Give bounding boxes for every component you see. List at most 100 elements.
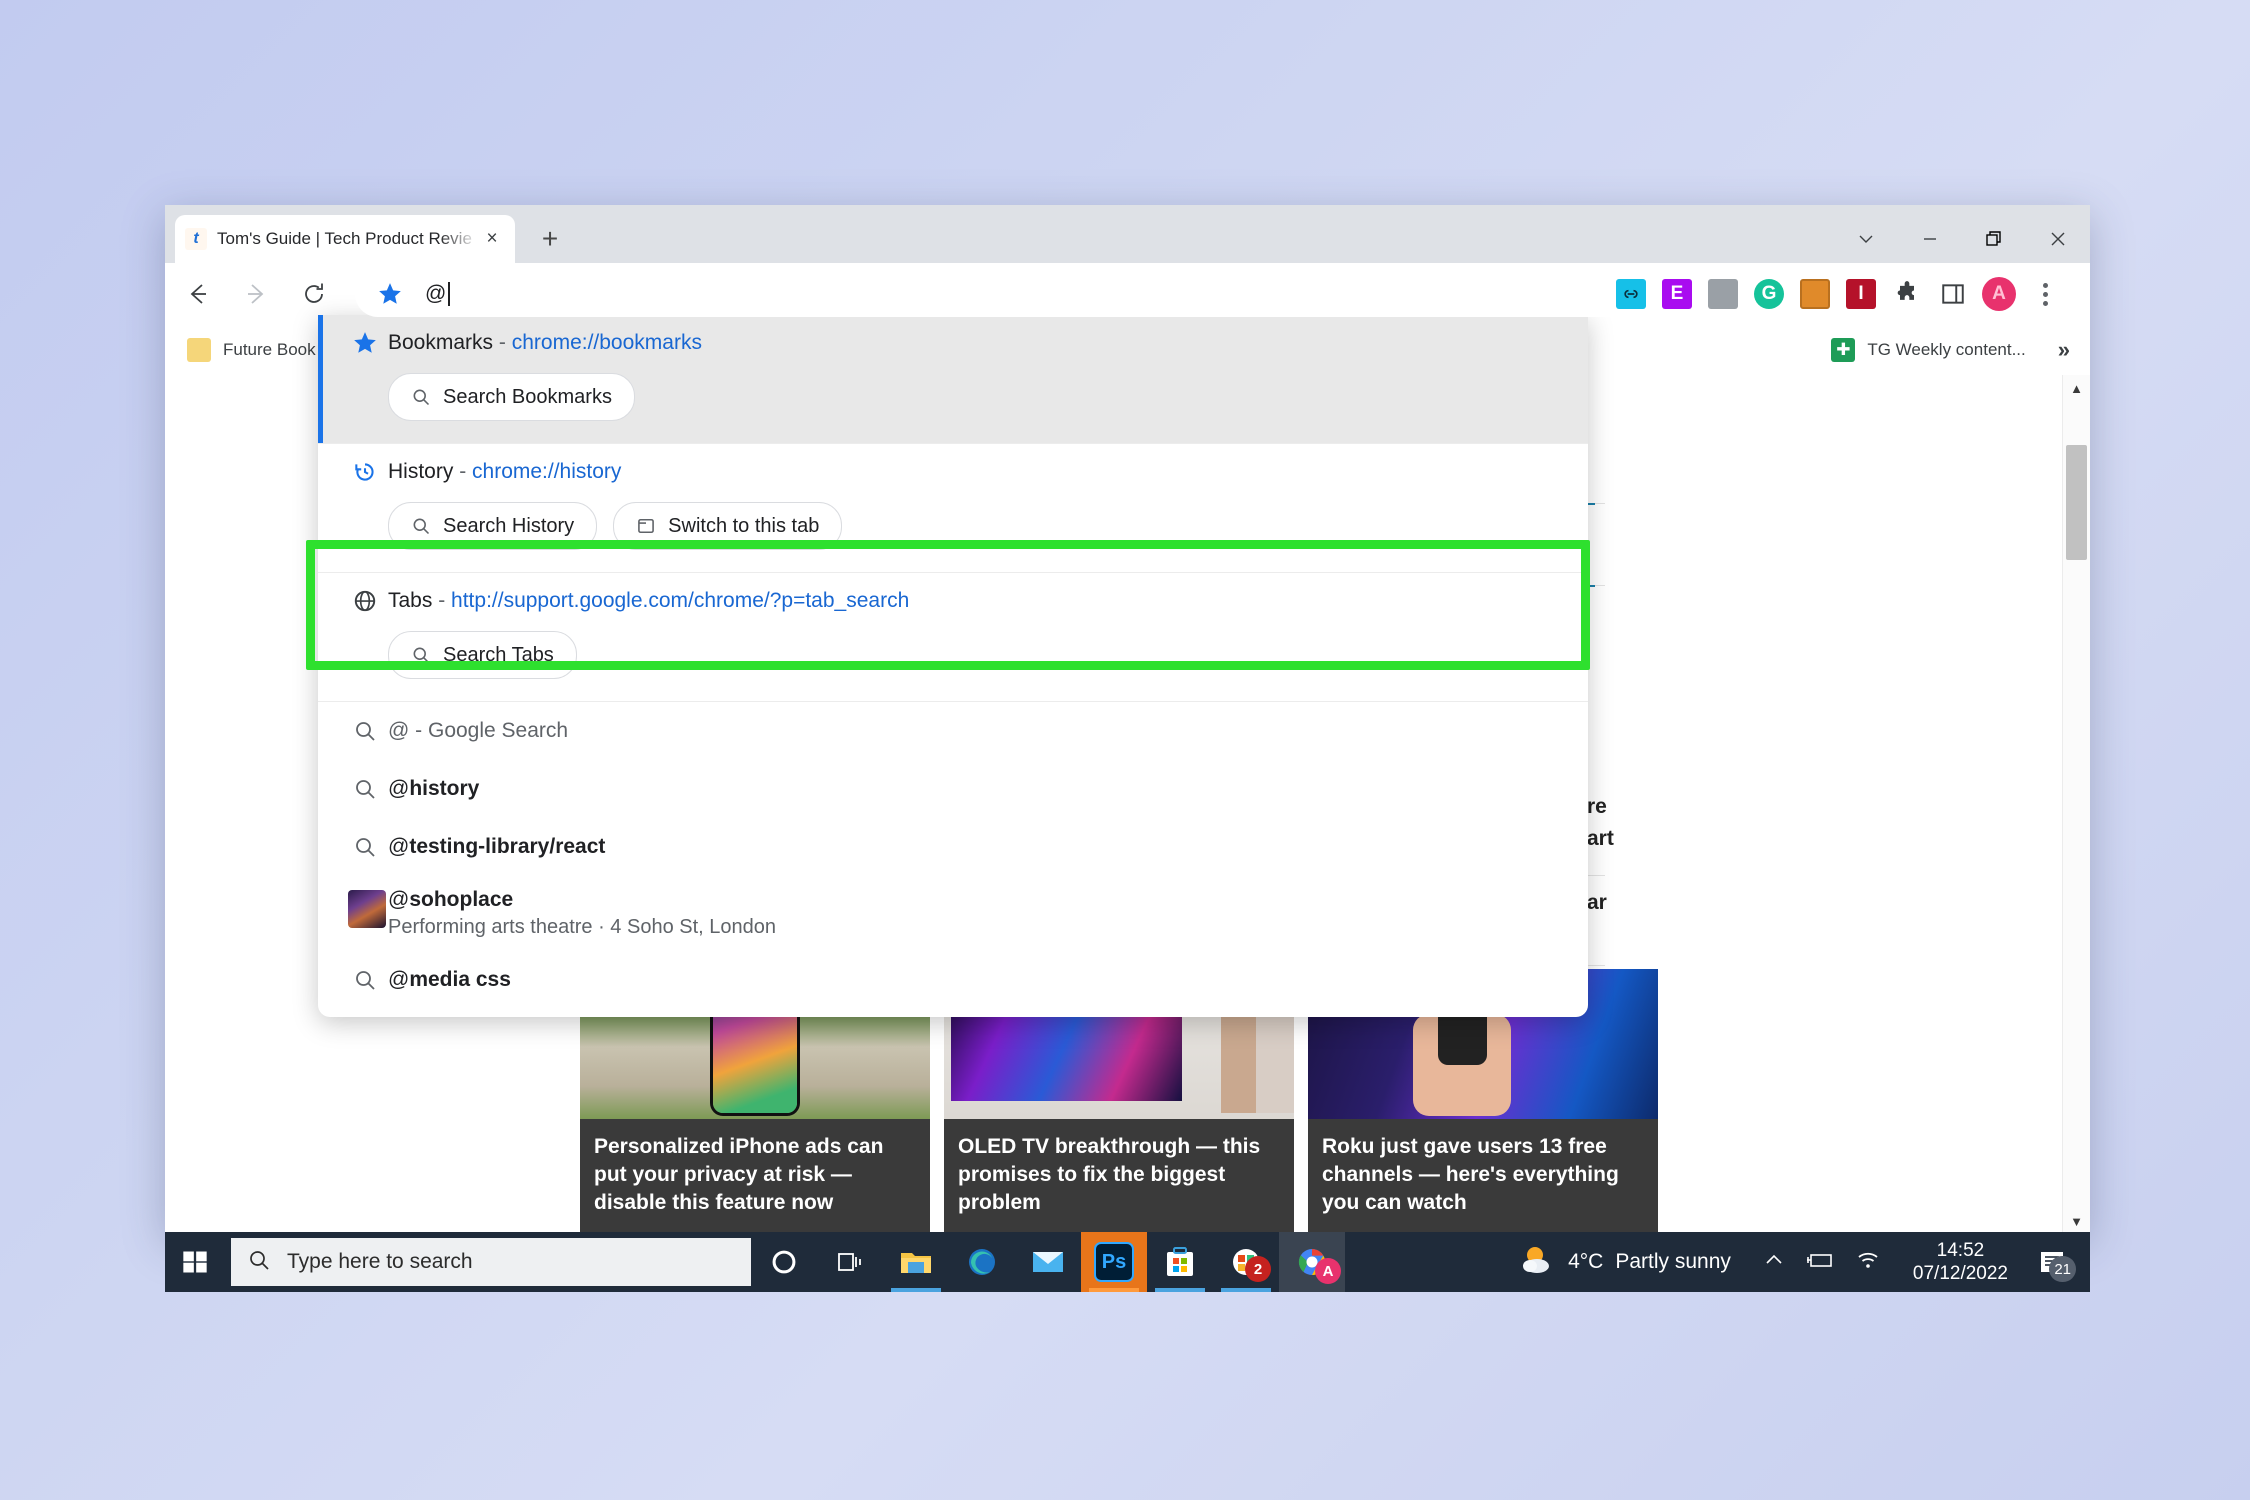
bookmark-star-icon[interactable] (373, 281, 407, 307)
suggestion-text: Bookmarks - chrome://bookmarks (388, 331, 702, 355)
vertical-scrollbar[interactable]: ▲ ▼ (2062, 375, 2090, 1235)
tab-title: Tom's Guide | Tech Product Revie (217, 229, 479, 249)
side-panel-icon[interactable] (1930, 271, 1976, 317)
scrollbar-thumb[interactable] (2066, 445, 2087, 560)
wifi-icon[interactable] (1855, 1249, 1881, 1276)
bookmark-item-tg-weekly[interactable]: ✚ TG Weekly content... (1819, 331, 2037, 369)
suggestion-row-google-search[interactable]: @ - Google Search (318, 702, 1588, 760)
search-icon (411, 516, 431, 536)
evernote-extension-icon[interactable]: E (1654, 271, 1700, 317)
address-bar[interactable]: @ E G I A (355, 271, 2090, 317)
taskbar-search-input[interactable]: Type here to search (231, 1238, 751, 1286)
task-view-icon[interactable] (817, 1232, 883, 1292)
suggestion-prefix: @ (388, 888, 409, 911)
scroll-up-icon[interactable]: ▲ (2063, 375, 2090, 402)
page-text-fragment: ar (1587, 891, 1607, 915)
photoshop-label: Ps (1094, 1242, 1134, 1282)
suggestion-row-sohoplace[interactable]: @sohoplace Performing arts theatre · 4 S… (318, 876, 1588, 951)
chevron-down-icon[interactable] (1834, 215, 1898, 263)
close-icon[interactable] (2026, 215, 2090, 263)
notifications-icon[interactable]: 21 (2022, 1232, 2082, 1292)
suggestion-row-testing-library[interactable]: @testing-library/react (318, 818, 1588, 876)
google-chrome-icon[interactable]: A (1279, 1232, 1345, 1292)
taskbar-search-placeholder: Type here to search (287, 1250, 473, 1274)
taskbar-clock[interactable]: 14:52 07/12/2022 (1899, 1239, 2022, 1285)
chrome-profile-badge: A (1315, 1258, 1341, 1284)
star-icon (342, 330, 388, 356)
address-bar-text: @ (425, 282, 450, 306)
suggestion-text: @testing-library/react (388, 835, 605, 859)
suggestion-row-media-css[interactable]: @media css (318, 951, 1588, 1009)
suggestion-chips: Search Bookmarks (318, 371, 1588, 443)
system-tray-icons (1745, 1249, 1899, 1276)
suggestion-separator: - (438, 589, 445, 612)
search-icon (342, 968, 388, 992)
grammarly-extension-icon[interactable]: G (1746, 271, 1792, 317)
notification-count: 21 (2049, 1256, 2076, 1282)
new-tab-icon[interactable]: + (529, 218, 571, 260)
suggestion-chips: Search History Switch to this tab (318, 500, 1588, 572)
profile-avatar[interactable]: A (1976, 271, 2022, 317)
search-icon (342, 777, 388, 801)
tab-favicon: t (185, 228, 207, 250)
search-bookmarks-chip[interactable]: Search Bookmarks (388, 373, 635, 421)
suggestion-suffix: - Google Search (409, 719, 568, 742)
suggestion-separator: - (499, 331, 506, 354)
microsoft-teams-icon[interactable]: 2 (1213, 1232, 1279, 1292)
taskbar-tray: 4°C Partly sunny 14:52 07/12/2022 21 (1506, 1232, 2090, 1292)
suggestion-row-history[interactable]: @history (318, 760, 1588, 818)
microsoft-store-icon[interactable] (1147, 1232, 1213, 1292)
restore-icon[interactable] (1962, 215, 2026, 263)
scroll-down-icon[interactable]: ▼ (2063, 1208, 2090, 1235)
show-hidden-icons-chevron[interactable] (1763, 1249, 1785, 1276)
windows-taskbar: Type here to search Ps 2 A 4°C Partly su… (165, 1232, 2090, 1292)
reload-icon[interactable] (289, 269, 339, 319)
close-tab-icon[interactable]: × (479, 226, 505, 252)
suggestion-url: http://support.google.com/chrome/?p=tab_… (451, 589, 909, 612)
mail-icon[interactable] (1015, 1232, 1081, 1292)
battery-charging-icon[interactable] (1805, 1249, 1835, 1276)
suggestion-title: Bookmarks (388, 331, 493, 354)
chip-label: Search Bookmarks (443, 386, 612, 409)
tab-strip: t Tom's Guide | Tech Product Revie × + (165, 205, 2090, 263)
forward-icon[interactable] (231, 269, 281, 319)
microsoft-edge-icon[interactable] (949, 1232, 1015, 1292)
search-icon (247, 1248, 271, 1277)
cortana-icon[interactable] (751, 1232, 817, 1292)
suggestion-text: @ - Google Search (388, 719, 568, 743)
suggestion-url: chrome://history (472, 460, 621, 483)
clock-time: 14:52 (1937, 1239, 1985, 1262)
chip-label: Search History (443, 515, 574, 538)
chrome-menu-icon[interactable] (2022, 271, 2068, 317)
minimize-icon[interactable] (1898, 215, 1962, 263)
red-extension-icon[interactable]: I (1838, 271, 1884, 317)
photoshop-icon[interactable]: Ps (1081, 1232, 1147, 1292)
suggestion-separator: - (459, 460, 466, 483)
bookmark-item-future-book[interactable]: Future Book (175, 331, 328, 369)
suggestion-group-tabs[interactable]: Tabs - http://support.google.com/chrome/… (318, 573, 1588, 701)
article-title: Roku just gave users 13 free channels — … (1308, 1119, 1658, 1235)
browser-tab[interactable]: t Tom's Guide | Tech Product Revie × (175, 215, 515, 263)
back-icon[interactable] (173, 269, 223, 319)
link-extension-icon[interactable] (1608, 271, 1654, 317)
weather-widget[interactable]: 4°C Partly sunny (1506, 1244, 1745, 1280)
puzzle-extensions-icon[interactable] (1884, 271, 1930, 317)
suggestion-text: History - chrome://history (388, 460, 621, 484)
suggestion-text: @history (388, 777, 479, 801)
file-explorer-icon[interactable] (883, 1232, 949, 1292)
suggestion-query: media css (409, 968, 511, 991)
grey-extension-icon[interactable] (1700, 271, 1746, 317)
search-tabs-chip[interactable]: Search Tabs (388, 631, 577, 679)
suggestion-group-bookmarks[interactable]: Bookmarks - chrome://bookmarks Search Bo… (318, 315, 1588, 443)
suggestion-subtitle: Performing arts theatre · 4 Soho St, Lon… (388, 916, 776, 939)
sheets-icon: ✚ (1831, 338, 1855, 362)
bookmarks-overflow-icon[interactable]: » (2038, 337, 2090, 363)
suggestion-group-history[interactable]: History - chrome://history Search Histor… (318, 444, 1588, 572)
switch-to-this-tab-chip[interactable]: Switch to this tab (613, 502, 842, 550)
windows-start-icon[interactable] (165, 1232, 225, 1292)
dictionary-extension-icon[interactable] (1792, 271, 1838, 317)
chip-label: Search Tabs (443, 644, 554, 667)
bookmarks-bar-right: ✚ TG Weekly content... » (1809, 331, 2090, 369)
search-history-chip[interactable]: Search History (388, 502, 597, 550)
page-text-fragment: re (1587, 795, 1607, 819)
